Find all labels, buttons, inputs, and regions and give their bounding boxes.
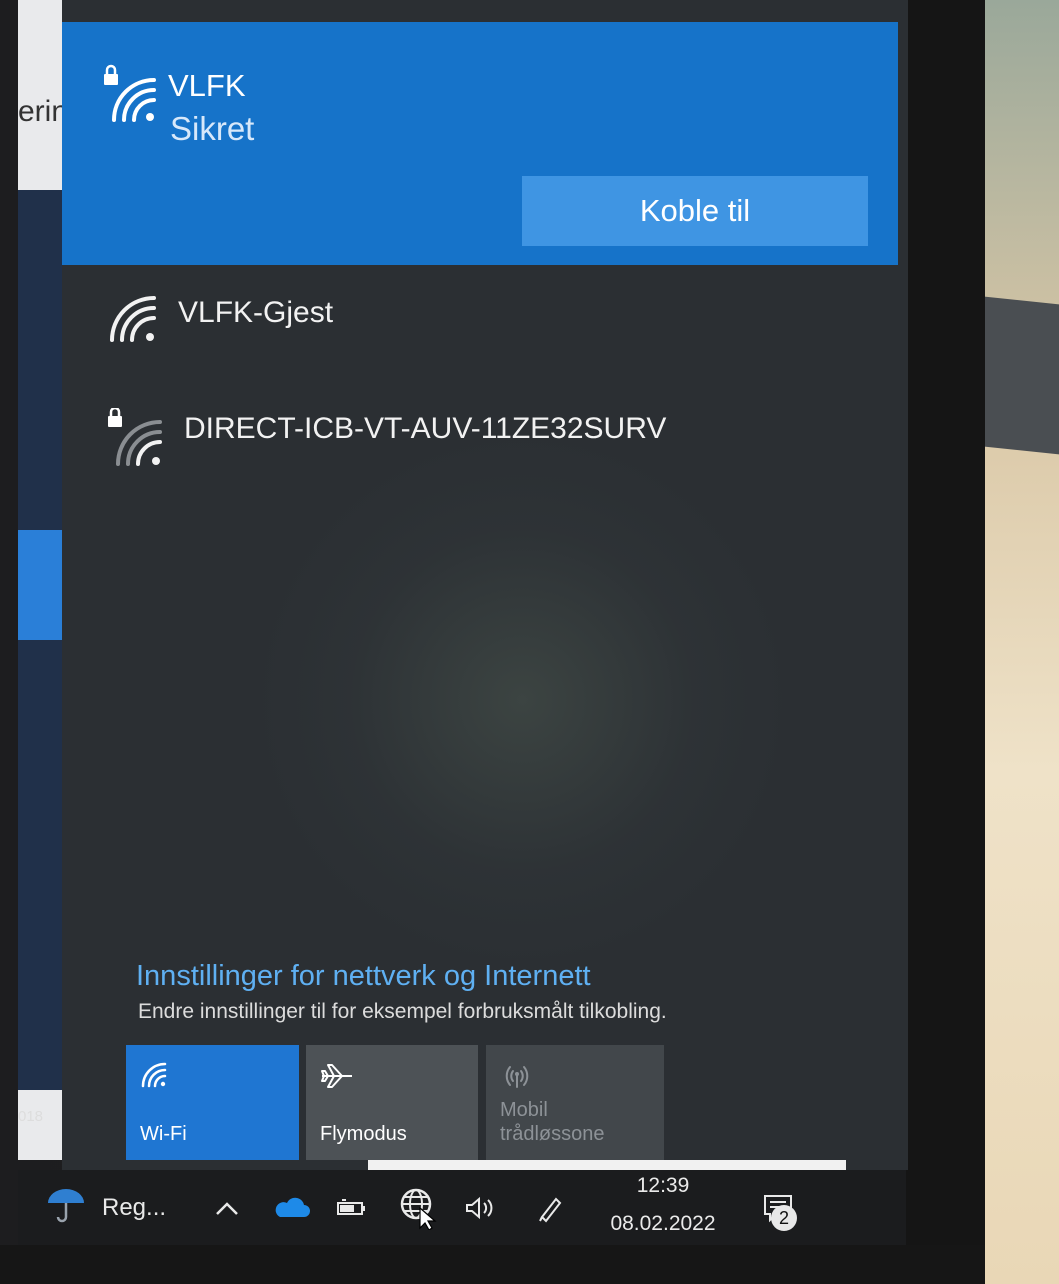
desk-background <box>985 0 1059 1284</box>
wifi-icon <box>140 1061 168 1095</box>
notification-count-badge: 2 <box>771 1205 797 1231</box>
weather-widget[interactable]: Reg... <box>44 1170 166 1245</box>
background-window-date: 018 <box>18 1108 44 1125</box>
mobile-hotspot-icon <box>500 1061 534 1097</box>
network-globe-icon[interactable] <box>398 1170 438 1245</box>
battery-icon[interactable] <box>336 1170 368 1245</box>
quick-action-label: Wi-Fi <box>140 1123 187 1145</box>
umbrella-icon <box>44 1185 88 1230</box>
network-settings-description: Endre innstillinger til for eksempel for… <box>138 1000 667 1023</box>
taskbar: Reg... 12:39 08.02.2022 <box>18 1170 906 1245</box>
wifi-locked-icon <box>92 62 162 137</box>
pen-icon[interactable] <box>536 1170 566 1245</box>
quick-action-label-line2: trådløssone <box>500 1123 605 1145</box>
quick-action-mobile-hotspot[interactable]: Mobil trådløssone <box>486 1045 664 1160</box>
network-settings-link[interactable]: Innstillinger for nettverk og Internett <box>136 960 591 993</box>
network-name: VLFK <box>168 68 246 103</box>
network-name: VLFK-Gjest <box>178 296 334 329</box>
background-window-tab: erin <box>18 95 69 128</box>
network-item-direct[interactable]: DIRECT-ICB-VT-AUV-11ZE32SURV <box>92 398 872 468</box>
clock-time: 12:39 <box>636 1174 690 1197</box>
airplane-icon <box>320 1061 354 1097</box>
quick-action-airplane-mode[interactable]: Flymodus <box>306 1045 478 1160</box>
desk-device <box>975 295 1059 455</box>
screen-reflection <box>262 420 782 980</box>
quick-action-label-line1: Mobil <box>500 1099 548 1121</box>
monitor-bezel-bottom <box>0 1245 985 1284</box>
network-name: DIRECT-ICB-VT-AUV-11ZE32SURV <box>184 412 667 445</box>
chevron-up-icon[interactable] <box>214 1170 240 1245</box>
wifi-locked-icon <box>104 406 166 475</box>
quick-action-wifi[interactable]: Wi-Fi <box>126 1045 299 1160</box>
background-window-content <box>18 190 68 1090</box>
network-item-selected[interactable]: VLFK Sikret Koble til <box>62 22 898 265</box>
quick-action-label: Mobil trådløssone <box>500 1098 605 1146</box>
quick-action-label: Flymodus <box>320 1123 407 1145</box>
connect-button[interactable]: Koble til <box>522 176 868 246</box>
network-status: Sikret <box>170 110 255 147</box>
weather-label: Reg... <box>102 1193 167 1221</box>
volume-icon[interactable] <box>464 1170 498 1245</box>
monitor-bezel-right <box>905 0 985 1284</box>
network-flyout: VLFK Sikret Koble til VLFK-Gjest DIRECT-… <box>62 0 908 1170</box>
clock-date: 08.02.2022 <box>610 1212 716 1235</box>
onedrive-icon[interactable] <box>274 1170 310 1245</box>
wifi-icon <box>104 290 160 351</box>
network-item-vlfk-gjest[interactable]: VLFK-Gjest <box>92 280 872 350</box>
taskbar-clock[interactable]: 12:39 08.02.2022 <box>598 1174 728 1236</box>
